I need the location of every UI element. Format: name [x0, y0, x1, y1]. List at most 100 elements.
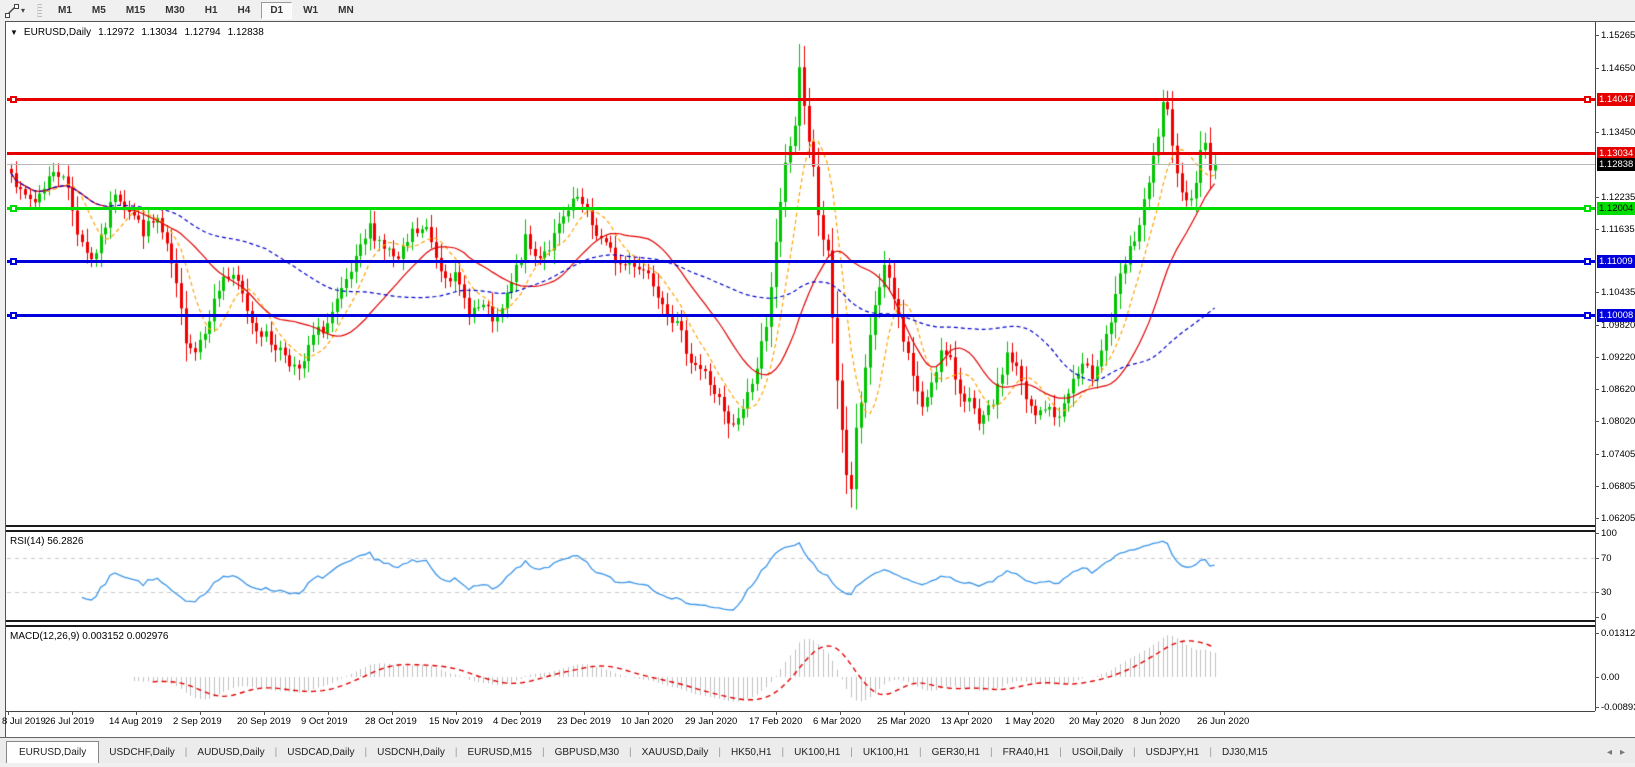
date-axis-label: 14 Aug 2019: [109, 716, 162, 727]
date-axis-tick: [520, 711, 521, 715]
line-handle[interactable]: [1584, 205, 1591, 212]
price-axis-label: 1.10435: [1601, 287, 1635, 298]
line-handle[interactable]: [10, 96, 17, 103]
horizontal-line-1.13034[interactable]: [7, 152, 1595, 155]
chart-tab-usdcad-daily[interactable]: USDCAD,Daily: [277, 743, 364, 763]
chart-tab-usoil-daily[interactable]: USOil,Daily: [1062, 743, 1133, 763]
chart-tab-fra40-h1[interactable]: FRA40,H1: [993, 743, 1060, 763]
chart-tab-xauusd-daily[interactable]: XAUUSD,Daily: [632, 743, 719, 763]
date-axis-tick: [904, 711, 905, 715]
date-axis-label: 25 Mar 2020: [877, 716, 930, 727]
line-handle[interactable]: [1584, 96, 1591, 103]
chart-tab-usdcnh-daily[interactable]: USDCNH,Daily: [367, 743, 455, 763]
macd-label: MACD(12,26,9) 0.003152 0.002976: [10, 631, 168, 642]
price-axis-label: 1.07405: [1601, 449, 1635, 460]
date-axis-label: 10 Jan 2020: [621, 716, 673, 727]
application-window: ▾ M1M5M15M30H1H4D1W1MN ▼ EURUSD,Daily 1.…: [0, 0, 1635, 767]
price-axis-tick: [1595, 389, 1599, 390]
date-axis-label: 28 Oct 2019: [365, 716, 417, 727]
date-axis-tick: [456, 711, 457, 715]
price-badge-1.12838: 1.12838: [1597, 158, 1635, 171]
chart-tab-audusd-daily[interactable]: AUDUSD,Daily: [187, 743, 274, 763]
date-axis-label: 9 Oct 2019: [301, 716, 347, 727]
rsi-macd-divider[interactable]: [6, 620, 1595, 627]
price-axis-label: 1.09220: [1601, 352, 1635, 363]
chart-tab-hk50-h1[interactable]: HK50,H1: [721, 743, 782, 763]
ohlc-close: 1.12838: [228, 27, 264, 38]
main-rsi-divider[interactable]: [6, 525, 1595, 532]
line-handle[interactable]: [10, 312, 17, 319]
price-axis-tick: [1595, 518, 1599, 519]
price-axis-tick: [1595, 35, 1599, 36]
macd-axis-tick: [1595, 677, 1599, 678]
price-axis-label: 1.08020: [1601, 416, 1635, 427]
price-axis-separator: [1595, 22, 1596, 711]
date-axis-tick: [840, 711, 841, 715]
date-axis-label: 20 Sep 2019: [237, 716, 291, 727]
chart-tab-gbpusd-m30[interactable]: GBPUSD,M30: [545, 743, 629, 763]
price-axis-tick: [1595, 454, 1599, 455]
chart-tab-eurusd-m15[interactable]: EURUSD,M15: [458, 743, 542, 763]
horizontal-line-1.12004[interactable]: [7, 207, 1595, 210]
date-axis-tick: [200, 711, 201, 715]
date-axis-tick: [1224, 711, 1225, 715]
price-axis-tick: [1595, 486, 1599, 487]
price-axis-label: 1.06805: [1601, 481, 1635, 492]
rsi-axis-tick: [1595, 617, 1599, 618]
rsi-axis-tick: [1595, 592, 1599, 593]
ohlc-high: 1.13034: [141, 27, 177, 38]
chart-tab-ger30-h1[interactable]: GER30,H1: [922, 743, 990, 763]
rsi-axis-label: 30: [1601, 587, 1612, 598]
date-axis-tick: [712, 711, 713, 715]
macd-axis-label: -0.00893: [1601, 702, 1635, 713]
date-axis-label: 29 Jan 2020: [685, 716, 737, 727]
date-axis-tick: [776, 711, 777, 715]
status-strip: [0, 763, 1635, 767]
date-axis-tick: [8, 711, 9, 715]
chart-canvas[interactable]: [0, 0, 1635, 767]
date-axis-tick: [968, 711, 969, 715]
horizontal-line-1.10008[interactable]: [7, 314, 1595, 317]
chart-tab-uk100-h1[interactable]: UK100,H1: [784, 743, 850, 763]
line-handle[interactable]: [10, 205, 17, 212]
date-axis-tick: [392, 711, 393, 715]
chart-title: ▼ EURUSD,Daily 1.12972 1.13034 1.12794 1…: [10, 27, 271, 38]
rsi-label: RSI(14) 56.2826: [10, 536, 83, 547]
price-badge-1.11009: 1.11009: [1597, 255, 1635, 268]
horizontal-line-1.12838[interactable]: [7, 164, 1595, 165]
price-axis-tick: [1595, 68, 1599, 69]
date-axis-label: 23 Dec 2019: [557, 716, 611, 727]
line-handle[interactable]: [10, 258, 17, 265]
price-axis-label: 1.13450: [1601, 127, 1635, 138]
price-badge-1.14047: 1.14047: [1597, 93, 1635, 106]
chart-tab-bar: EURUSD,DailyUSDCHF,Daily|AUDUSD,Daily|US…: [0, 737, 1635, 763]
chart-tab-usdjpy-h1[interactable]: USDJPY,H1: [1136, 743, 1210, 763]
price-axis-tick: [1595, 132, 1599, 133]
price-axis-label: 1.06205: [1601, 513, 1635, 524]
line-handle[interactable]: [1584, 258, 1591, 265]
date-axis-label: 26 Jul 2019: [45, 716, 94, 727]
date-axis-label: 17 Feb 2020: [749, 716, 802, 727]
chart-symbol-label: EURUSD,Daily: [24, 27, 91, 38]
tab-scroll-left-icon[interactable]: ◂: [1607, 747, 1612, 758]
price-axis-tick: [1595, 197, 1599, 198]
chart-tab-dj30-m15[interactable]: DJ30,M15: [1212, 743, 1278, 763]
chart-tab-eurusd-daily[interactable]: EURUSD,Daily: [6, 741, 99, 764]
chart-tab-uk100-h1[interactable]: UK100,H1: [853, 743, 919, 763]
chart-tab-usdchf-daily[interactable]: USDCHF,Daily: [99, 743, 185, 763]
symbol-dropdown-icon[interactable]: ▼: [10, 28, 18, 37]
line-handle[interactable]: [1584, 312, 1591, 319]
date-axis-tick: [328, 711, 329, 715]
rsi-axis-label: 100: [1601, 528, 1617, 539]
date-axis-label: 20 May 2020: [1069, 716, 1124, 727]
date-axis-tick: [1032, 711, 1033, 715]
horizontal-line-1.11009[interactable]: [7, 260, 1595, 263]
price-badge-1.10008: 1.10008: [1597, 309, 1635, 322]
price-axis-tick: [1595, 421, 1599, 422]
horizontal-line-1.14047[interactable]: [7, 98, 1595, 101]
date-axis-separator: [6, 711, 1595, 712]
tab-scroll-right-icon[interactable]: ▸: [1620, 747, 1625, 758]
date-axis-tick: [584, 711, 585, 715]
price-axis-label: 1.08620: [1601, 384, 1635, 395]
price-axis-tick: [1595, 325, 1599, 326]
